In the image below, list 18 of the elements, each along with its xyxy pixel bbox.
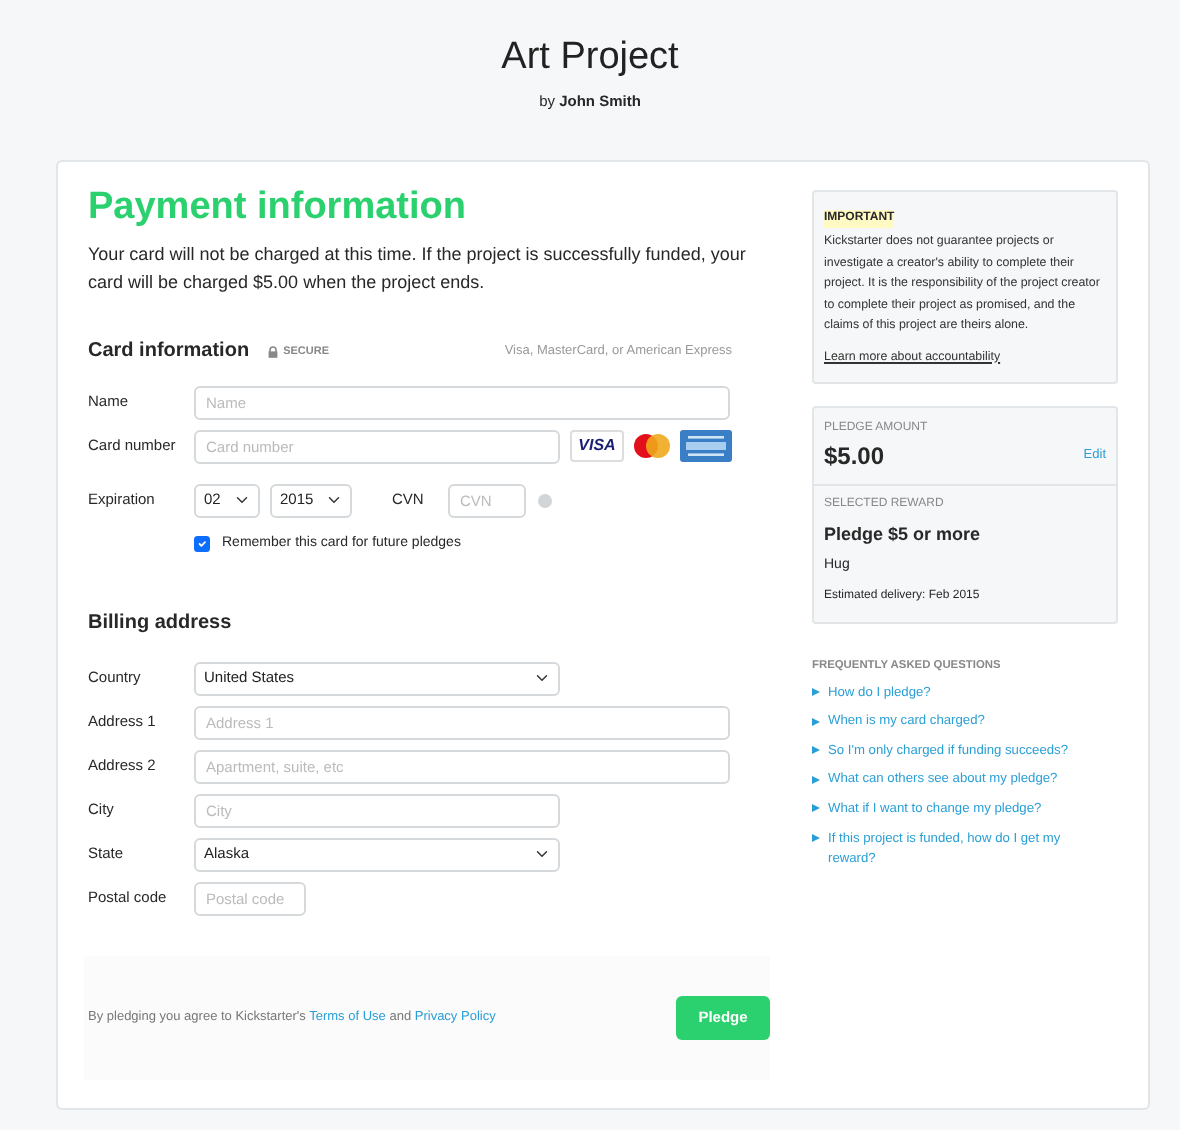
section-heading: Card information: [88, 340, 250, 364]
remember-checkbox[interactable]: [194, 536, 210, 552]
charge-note: Your card will not be charged at this time. If the project is successfully funded, your card will be charged $5.00 when the project ends.: [88, 242, 748, 296]
lock-icon: [267, 346, 278, 358]
expand-icon[interactable]: [812, 688, 820, 697]
expand-icon[interactable]: [812, 746, 820, 755]
expand-icon[interactable]: [812, 834, 820, 843]
mastercard-logo: [628, 430, 676, 462]
section-heading: Billing address: [88, 612, 234, 636]
reward-title: Pledge $5 or more: [824, 522, 983, 548]
pledge-amount: $5.00: [824, 440, 885, 474]
expand-icon[interactable]: [812, 717, 820, 726]
project-title: Art Project: [499, 34, 681, 82]
page-heading: Payment information: [88, 186, 468, 230]
visa-logo: VISA: [570, 430, 624, 462]
expand-icon[interactable]: [812, 804, 820, 813]
amex-logo: [680, 430, 732, 462]
expand-icon[interactable]: [812, 775, 820, 784]
